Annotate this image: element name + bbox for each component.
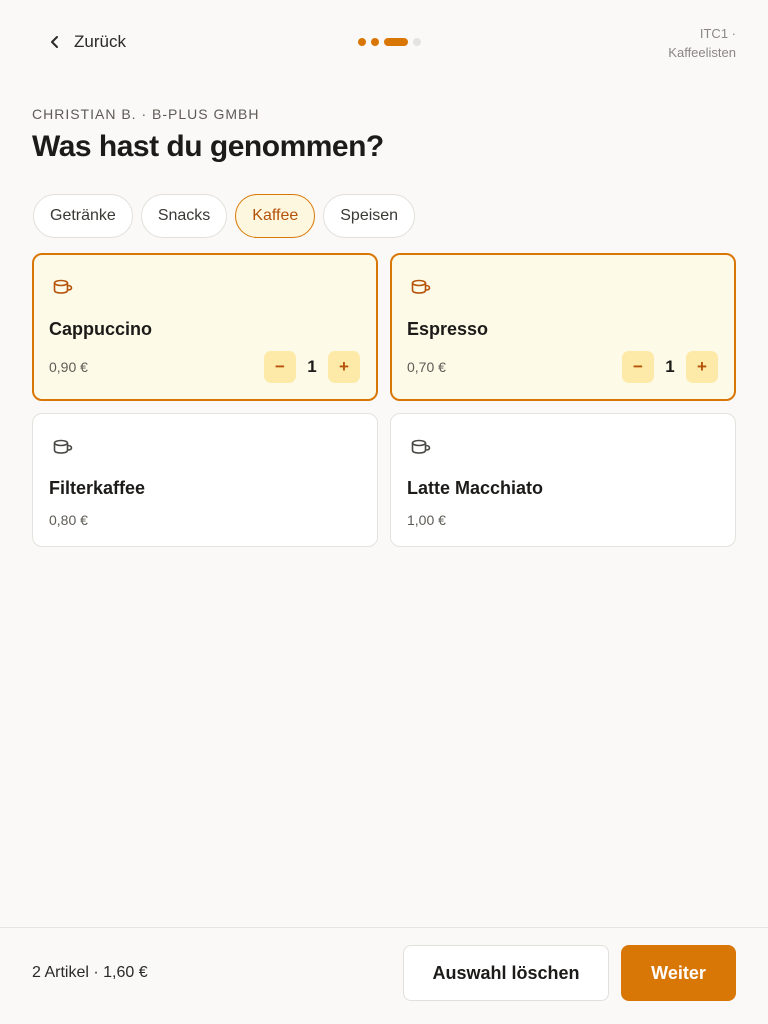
progress-step-4 bbox=[413, 38, 421, 46]
tab-kaffee[interactable]: Kaffee bbox=[235, 194, 316, 238]
tab-speisen[interactable]: Speisen bbox=[323, 194, 416, 238]
progress-indicator bbox=[358, 38, 421, 46]
back-label: Zurück bbox=[74, 32, 126, 51]
product-grid: Cappuccino 0,90 € − 1 + Espresso 0,70 € … bbox=[32, 253, 736, 547]
increase-button[interactable]: + bbox=[686, 351, 718, 383]
tab-snacks[interactable]: Snacks bbox=[140, 194, 228, 238]
quantity-stepper: − 1 + bbox=[264, 351, 360, 383]
selection-summary: 2 Artikel · 1,60 € bbox=[32, 964, 148, 981]
footer-bar: 2 Artikel · 1,60 € Auswahl löschen Weite… bbox=[0, 927, 768, 1024]
back-button[interactable]: Zurück bbox=[46, 28, 126, 56]
clear-selection-button[interactable]: Auswahl löschen bbox=[403, 945, 609, 1001]
decrease-button[interactable]: − bbox=[622, 351, 654, 383]
product-card-espresso[interactable]: Espresso 0,70 € − 1 + bbox=[390, 253, 736, 401]
list-label: ITC1 · Kaffeelisten bbox=[668, 24, 736, 62]
next-button[interactable]: Weiter bbox=[621, 945, 736, 1001]
coffee-cup-icon bbox=[411, 439, 431, 454]
coffee-cup-icon bbox=[53, 439, 73, 454]
product-name: Cappuccino bbox=[49, 319, 153, 339]
product-name: Filterkaffee bbox=[49, 478, 146, 498]
quantity-stepper: − 1 + bbox=[622, 351, 718, 383]
page-title: Was hast du genommen? bbox=[32, 130, 384, 163]
product-card-filterkaffee[interactable]: Filterkaffee 0,80 € bbox=[32, 413, 378, 547]
progress-step-3 bbox=[384, 38, 408, 46]
tab-getraenke[interactable]: Getränke bbox=[33, 194, 133, 238]
product-price: 0,80 € bbox=[49, 512, 88, 528]
progress-step-1 bbox=[358, 38, 366, 46]
coffee-cup-icon bbox=[53, 279, 73, 294]
chevron-left-icon bbox=[51, 36, 58, 48]
product-card-latte-macchiato[interactable]: Latte Macchiato 1,00 € bbox=[390, 413, 736, 547]
category-tabs: Getränke Snacks Kaffee Speisen bbox=[33, 194, 416, 238]
product-price: 0,70 € bbox=[407, 359, 446, 375]
list-name: Kaffeelisten bbox=[668, 45, 736, 60]
decrease-button[interactable]: − bbox=[264, 351, 296, 383]
product-name: Espresso bbox=[407, 319, 489, 339]
top-bar: Zurück ITC1 · Kaffeelisten bbox=[0, 0, 768, 84]
increase-button[interactable]: + bbox=[328, 351, 360, 383]
user-company-label: CHRISTIAN B. · B-PLUS GMBH bbox=[32, 106, 260, 122]
quantity-value: 1 bbox=[665, 357, 675, 376]
product-name: Latte Macchiato bbox=[407, 478, 544, 498]
product-price: 0,90 € bbox=[49, 359, 88, 375]
product-price: 1,00 € bbox=[407, 512, 446, 528]
quantity-value: 1 bbox=[307, 357, 317, 376]
list-code: ITC1 · bbox=[699, 26, 736, 41]
progress-step-2 bbox=[371, 38, 379, 46]
product-card-cappuccino[interactable]: Cappuccino 0,90 € − 1 + bbox=[32, 253, 378, 401]
coffee-cup-icon bbox=[411, 279, 431, 294]
